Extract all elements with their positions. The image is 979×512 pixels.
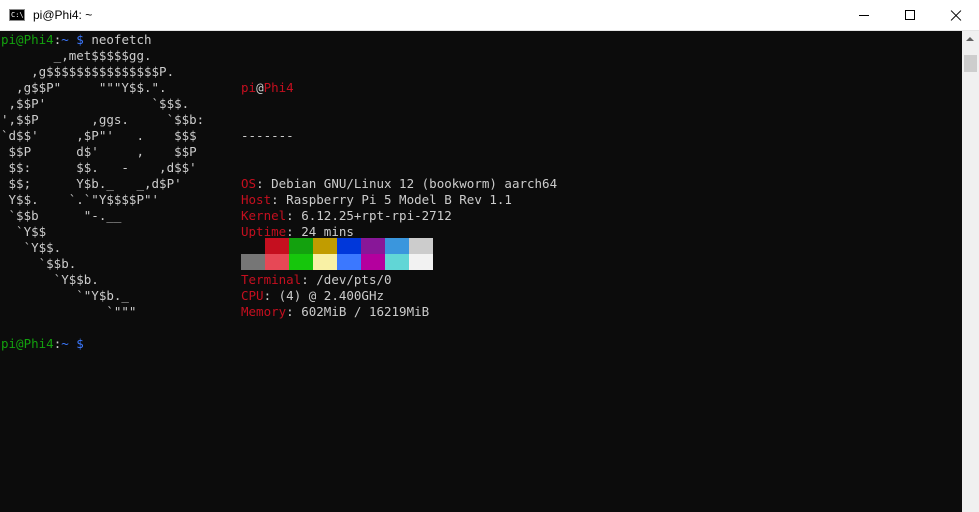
info-value: Raspberry Pi 5 Model B Rev 1.1 — [286, 192, 512, 207]
ascii-art-line: `$$b "-.__ — [1, 208, 122, 223]
color-swatch — [241, 238, 265, 254]
ascii-art-line: $$: $$. - ,d$$' — [1, 160, 197, 175]
prompt-symbol: $ — [76, 336, 84, 351]
color-swatch — [337, 254, 361, 270]
info-row: OS: Debian GNU/Linux 12 (bookworm) aarch… — [241, 176, 741, 192]
info-value: /dev/pts/0 — [316, 272, 392, 287]
ascii-art-line: `"Y$b._ — [1, 288, 129, 303]
color-swatch — [289, 238, 313, 254]
color-swatch — [361, 254, 385, 270]
info-user-host: pi@Phi4 — [241, 80, 741, 96]
info-separator: : — [286, 208, 302, 223]
info-key: Uptime — [241, 224, 287, 239]
color-swatch — [241, 254, 265, 270]
minimize-button[interactable] — [841, 0, 887, 30]
info-key: Kernel — [241, 208, 287, 223]
ascii-art-line: `""" — [1, 304, 137, 319]
info-separator: : — [286, 224, 302, 239]
prompt-line[interactable]: pi@Phi4:~ $ — [1, 336, 84, 352]
info-at: @ — [256, 80, 264, 95]
ascii-art-line: `Y$$b. — [1, 272, 99, 287]
color-swatch — [385, 254, 409, 270]
command-text: neofetch — [91, 32, 152, 47]
color-swatch — [361, 238, 385, 254]
ascii-art-line: _,met$$$$$gg. — [1, 48, 152, 63]
app-icon-glyph: C:\ — [11, 11, 24, 19]
info-host: Phi4 — [263, 80, 294, 95]
ascii-art-line: `Y$$. — [1, 240, 62, 255]
color-palette — [241, 238, 433, 270]
color-swatch — [313, 238, 337, 254]
color-swatch — [385, 238, 409, 254]
info-separator: : — [256, 176, 272, 191]
close-button[interactable] — [933, 0, 979, 30]
scroll-up-arrow-icon[interactable] — [962, 31, 979, 48]
info-value: 602MiB / 16219MiB — [301, 304, 430, 319]
info-key: CPU — [241, 288, 264, 303]
color-swatch — [313, 254, 337, 270]
info-row: Kernel: 6.12.25+rpt-rpi-2712 — [241, 208, 741, 224]
info-user: pi — [241, 80, 257, 95]
color-swatch — [409, 238, 433, 254]
terminal-app-icon[interactable]: C:\ — [9, 9, 25, 21]
color-swatch — [409, 254, 433, 270]
info-key: Memory — [241, 304, 287, 319]
ascii-art-line: `Y$$ — [1, 224, 47, 239]
ascii-art-line: `$$b. — [1, 256, 77, 271]
info-separator: : — [271, 192, 287, 207]
color-swatch — [337, 238, 361, 254]
info-value: 6.12.25+rpt-rpi-2712 — [301, 208, 452, 223]
prompt-path: ~ — [61, 336, 69, 351]
info-row: Terminal: /dev/pts/0 — [241, 272, 741, 288]
color-swatch — [265, 238, 289, 254]
ascii-art-line: ,g$$P" """Y$$.". — [1, 80, 167, 95]
ascii-art-line: `d$$' ,$P"' . $$$ — [1, 128, 197, 143]
info-row: Memory: 602MiB / 16219MiB — [241, 304, 741, 320]
maximize-icon — [905, 10, 915, 20]
info-key: OS — [241, 176, 257, 191]
info-underline: ------- — [241, 128, 294, 143]
info-key: Host — [241, 192, 272, 207]
info-separator: : — [286, 304, 302, 319]
info-separator: : — [263, 288, 279, 303]
info-row: Host: Raspberry Pi 5 Model B Rev 1.1 — [241, 192, 741, 208]
prompt-path: ~ — [61, 32, 69, 47]
ascii-art-line: Y$$. `.`"Y$$$$P"' — [1, 192, 160, 207]
minimize-icon — [859, 15, 869, 16]
prompt-user-host: pi@Phi4 — [1, 336, 54, 351]
color-swatch — [265, 254, 289, 270]
ascii-art-line: $$; Y$b._ _,d$P' — [1, 176, 182, 191]
system-info: pi@Phi4 ------- OS: Debian GNU/Linux 12 … — [241, 48, 741, 352]
info-value: 24 mins — [301, 224, 354, 239]
ascii-art-line: ',$$P ,ggs. `$$b: — [1, 112, 205, 127]
info-separator: : — [301, 272, 317, 287]
window-title: pi@Phi4: ~ — [33, 8, 93, 22]
title-bar[interactable]: C:\ pi@Phi4: ~ — [0, 0, 979, 31]
prompt-symbol: $ — [76, 32, 84, 47]
terminal-output[interactable]: pi@Phi4:~ $ neofetch _,met$$$$$gg. ,g$$$… — [0, 31, 962, 512]
ascii-art-line: $$P d$' , $$P — [1, 144, 197, 159]
command-line: pi@Phi4:~ $ neofetch — [1, 32, 152, 48]
maximize-button[interactable] — [887, 0, 933, 30]
vertical-scrollbar[interactable] — [962, 31, 979, 512]
color-swatch — [289, 254, 313, 270]
info-value: (4) @ 2.400GHz — [278, 288, 384, 303]
debian-ascii-logo: _,met$$$$$gg. ,g$$$$$$$$$$$$$$$P. ,g$$P"… — [1, 48, 231, 320]
ascii-art-line: ,g$$$$$$$$$$$$$$$P. — [1, 64, 175, 79]
prompt-user-host: pi@Phi4 — [1, 32, 54, 47]
info-value: Debian GNU/Linux 12 (bookworm) aarch64 — [271, 176, 558, 191]
info-row: CPU: (4) @ 2.400GHz — [241, 288, 741, 304]
scrollbar-thumb[interactable] — [964, 55, 977, 72]
ascii-art-line: ,$$P' `$$$. — [1, 96, 190, 111]
info-key: Terminal — [241, 272, 302, 287]
